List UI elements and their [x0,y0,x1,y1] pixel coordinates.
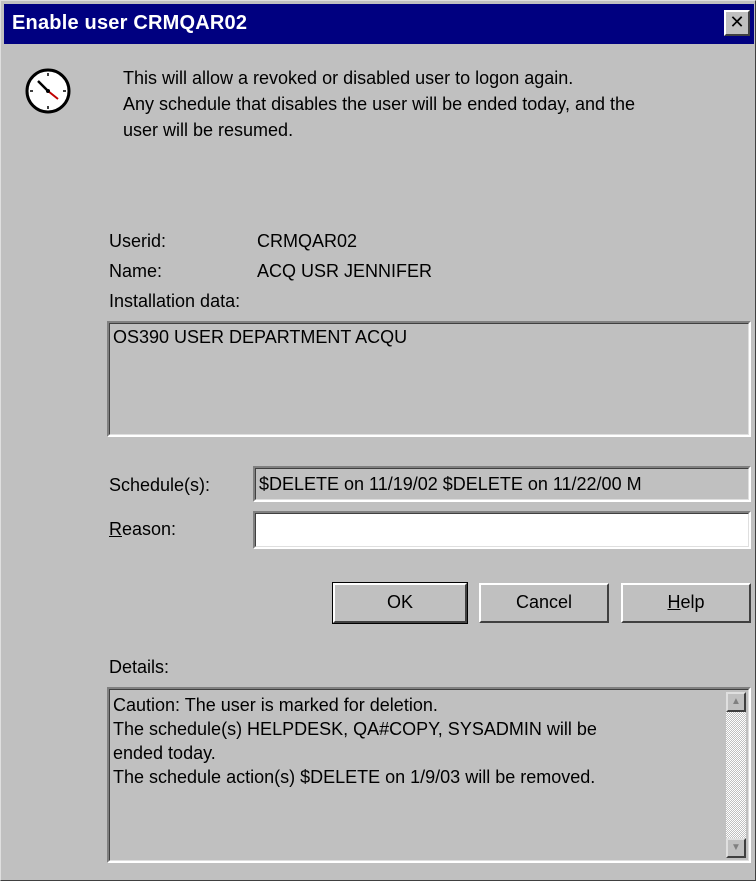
cancel-button[interactable]: Cancel [479,583,609,623]
clock-icon [25,68,71,114]
details-scrollbar[interactable]: ▲ ▼ [726,692,746,858]
message-line: This will allow a revoked or disabled us… [123,68,574,88]
installation-data-label: Installation data: [109,291,241,311]
schedules-field[interactable]: $DELETE on 11/19/02 $DELETE on 11/22/00 … [253,466,751,502]
details-line: The schedule action(s) $DELETE on 1/9/03… [113,767,596,787]
installation-data-value: OS390 USER DEPARTMENT ACQU [113,327,408,347]
details-box[interactable]: Caution: The user is marked for deletion… [107,687,751,863]
arrow-up-icon: ▲ [731,696,741,707]
userid-value: CRMQAR02 [257,231,358,251]
details-label: Details: [109,657,170,677]
close-button[interactable]: ✕ [724,10,750,36]
details-line: ended today. [113,743,216,763]
message-line: Any schedule that disables the user will… [123,94,636,114]
window-title: Enable user CRMQAR02 [12,12,248,34]
description-message: This will allow a revoked or disabled us… [123,65,753,143]
name-label: Name: [109,261,163,281]
details-line: Caution: The user is marked for deletion… [113,695,438,715]
schedules-value: $DELETE on 11/19/02 $DELETE on 11/22/00 … [259,474,642,494]
reason-label: Reason: [109,519,177,539]
name-value: ACQ USR JENNIFER [257,261,433,281]
scroll-down-button[interactable]: ▼ [726,838,746,858]
enable-user-dialog: Enable user CRMQAR02 ✕ This will allow a… [0,0,756,881]
ok-button[interactable]: OK [332,582,468,624]
message-line: user will be resumed. [123,120,294,140]
details-line: The schedule(s) HELPDESK, QA#COPY, SYSAD… [113,719,597,739]
schedules-label: Schedule(s): [109,475,211,495]
userid-label: Userid: [109,231,167,251]
installation-data-field[interactable]: OS390 USER DEPARTMENT ACQU [107,321,751,437]
details-text: Caution: The user is marked for deletion… [113,693,703,789]
scroll-up-button[interactable]: ▲ [726,692,746,712]
title-bar[interactable]: Enable user CRMQAR02 ✕ [4,4,754,44]
reason-input[interactable] [253,511,751,549]
help-button[interactable]: Help [621,583,751,623]
close-icon: ✕ [729,12,745,32]
arrow-down-icon: ▼ [731,842,741,853]
